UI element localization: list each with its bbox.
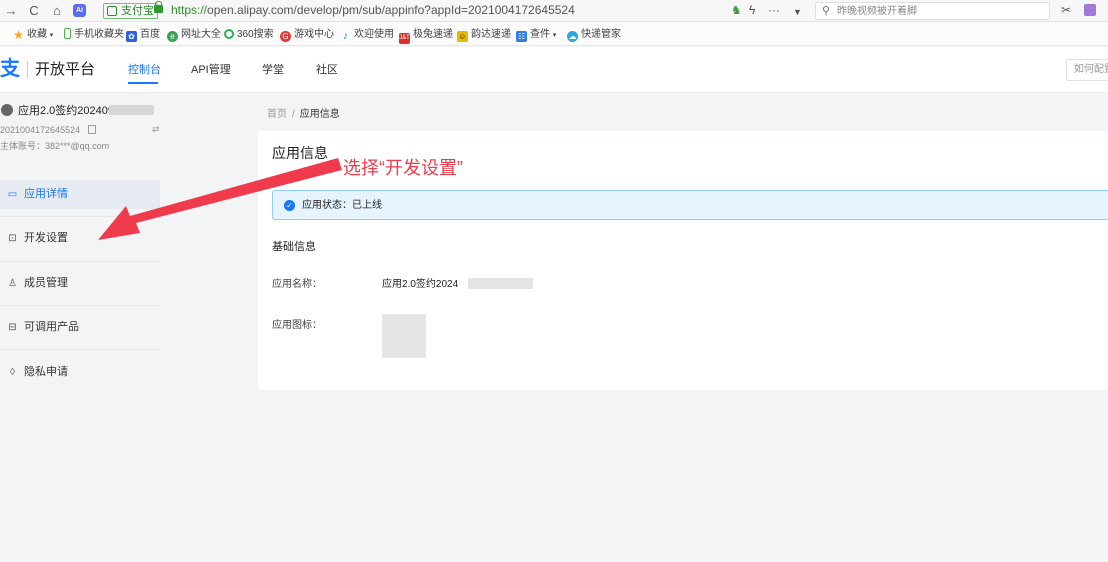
page-title: 应用信息 <box>272 145 328 161</box>
app-icon-image <box>382 314 426 358</box>
sidebar-item-dev-settings[interactable]: ⊡ 开发设置 <box>0 224 160 253</box>
sidebar-item-label: 成员管理 <box>24 277 68 289</box>
search-360-icon <box>224 29 234 39</box>
app-detail-icon: ▭ <box>7 189 18 200</box>
bookmark-item[interactable]: 手机收藏夹 <box>64 28 124 41</box>
site-identity-chip[interactable]: 支付宝 <box>103 3 158 19</box>
bookmark-item[interactable]: ★ 收藏 ▾ <box>13 28 53 42</box>
section-title: 基础信息 <box>272 241 316 253</box>
bookmark-item[interactable]: 360搜索 <box>224 28 274 41</box>
dev-settings-icon: ⊡ <box>8 233 17 244</box>
sidebar-item-label: 隐私申请 <box>24 366 68 378</box>
logo-divider <box>27 61 28 78</box>
sidebar-item-privacy[interactable]: ◊ 隐私申请 <box>0 358 160 387</box>
status-banner: ✓ 应用状态：已上线 <box>272 190 1108 220</box>
browser-search-input[interactable]: ⚲ 昨晚视频被开着脚 <box>815 2 1050 20</box>
sidebar: 应用2.0签约202409 2021004172645524 ⇄ 主体账号：38… <box>0 93 168 562</box>
sidebar-item-label: 应用详情 <box>24 188 68 200</box>
scissors-icon[interactable]: ✂ <box>1061 3 1071 18</box>
bookmark-item[interactable]: ✿ 百度 <box>126 28 160 42</box>
bookmarks-bar: ★ 收藏 ▾ 手机收藏夹 ✿ 百度 e 网址大全 360搜索 G 游戏中心 ♪ 欢迎使用 … <box>0 22 1108 46</box>
bookmark-item[interactable]: ☷ 查件 ▾ <box>516 28 556 42</box>
browser-address-bar: → C ⌂ Ai 支付宝 https://open.alipay.com/dev… <box>0 0 1108 22</box>
breadcrumb: 首页 / 应用信息 <box>267 108 340 121</box>
sidebar-item-label: 开发设置 <box>24 232 68 244</box>
sidebar-item-products[interactable]: ⊟ 可调用产品 <box>0 313 160 342</box>
extension-icon[interactable] <box>1084 4 1096 16</box>
bookmark-item[interactable]: J&T 极兔速递 <box>399 28 453 44</box>
app-status-text: 应用状态：已上线 <box>302 200 382 211</box>
reload-icon[interactable]: C <box>26 3 42 19</box>
ai-assistant-icon[interactable]: Ai <box>73 4 86 17</box>
jitu-icon: J&T <box>399 33 410 44</box>
help-search-input[interactable]: 如何配置 <box>1066 59 1108 81</box>
globe-icon: e <box>167 31 178 42</box>
express-icon: ☁ <box>567 31 578 42</box>
lightning-icon[interactable]: ϟ <box>749 3 755 18</box>
tab-community[interactable]: 社区 <box>316 63 338 77</box>
bolt-extension-icon[interactable]: ♞ <box>731 3 742 18</box>
yunda-icon: ☺ <box>457 31 468 42</box>
app-avatar <box>1 104 13 116</box>
account-info: 主体账号：382***@qq.com <box>0 141 110 151</box>
more-icon[interactable]: ··· <box>768 3 780 18</box>
sidebar-item-app-details[interactable]: ▭ 应用详情 <box>0 180 160 209</box>
bookmark-item[interactable]: e 网址大全 <box>167 28 221 42</box>
chevron-down-icon[interactable]: ▼ <box>793 5 802 20</box>
app-id: 2021004172645524 <box>0 125 81 135</box>
tab-academy[interactable]: 学堂 <box>262 63 284 77</box>
app-icon-label: 应用图标： <box>272 320 322 331</box>
platform-name[interactable]: 开放平台 <box>35 60 95 79</box>
tab-api-management[interactable]: API管理 <box>191 63 231 77</box>
breadcrumb-current: 应用信息 <box>299 109 340 120</box>
sidebar-item-label: 可调用产品 <box>24 321 79 333</box>
url-path: open.alipay.com/develop/pm/sub/appinfo?a… <box>207 3 575 17</box>
copy-icon[interactable] <box>88 125 96 134</box>
search-query-text: 昨晚视频被开着脚 <box>837 6 917 17</box>
check-circle-icon: ✓ <box>284 200 295 211</box>
url-field[interactable]: https://open.alipay.com/develop/pm/sub/a… <box>171 3 575 18</box>
welcome-icon: ♪ <box>342 30 349 42</box>
phone-icon <box>64 28 71 39</box>
bookmark-item[interactable]: ☁ 快递管家 <box>567 28 621 42</box>
query-icon: ☷ <box>516 31 527 42</box>
menu-divider <box>0 349 160 350</box>
bookmark-item[interactable]: G 游戏中心 <box>280 28 334 42</box>
breadcrumb-home[interactable]: 首页 <box>267 109 287 120</box>
forward-arrow-icon[interactable]: → <box>3 3 19 19</box>
star-icon: ★ <box>13 28 24 42</box>
bookmark-item[interactable]: ☺ 韵达速递 <box>457 28 511 42</box>
switch-app-icon[interactable]: ⇄ <box>152 124 160 135</box>
breadcrumb-separator: / <box>292 109 295 120</box>
products-icon: ⊟ <box>8 322 17 333</box>
site-verified-icon <box>107 6 117 16</box>
sidebar-item-members[interactable]: ♙ 成员管理 <box>0 269 160 298</box>
redacted-value-block <box>468 278 533 289</box>
redacted-name-block <box>109 105 154 115</box>
search-icon: ⚲ <box>822 5 831 17</box>
menu-divider <box>0 216 160 217</box>
active-tab-indicator <box>128 82 158 84</box>
privacy-shield-icon: ◊ <box>10 367 15 378</box>
paw-icon: ✿ <box>126 31 137 42</box>
app-name-value: 应用2.0签约2024 <box>382 279 459 290</box>
bookmark-item[interactable]: ♪ 欢迎使用 <box>340 28 394 42</box>
menu-divider <box>0 261 160 262</box>
platform-header: 支 开放平台 控制台 API管理 学堂 社区 如何配置 <box>0 47 1108 93</box>
app-name-label: 应用名称： <box>272 279 322 290</box>
lock-icon <box>154 1 163 13</box>
url-protocol: https:// <box>171 3 208 17</box>
menu-divider <box>0 305 160 306</box>
site-chip-label: 支付宝 <box>121 5 154 17</box>
app-name: 应用2.0签约202409 <box>18 105 114 117</box>
alipay-logo-icon[interactable]: 支 <box>0 58 20 80</box>
game-icon: G <box>280 31 291 42</box>
tab-console[interactable]: 控制台 <box>128 63 161 77</box>
home-icon[interactable]: ⌂ <box>49 3 65 19</box>
members-icon: ♙ <box>8 278 17 289</box>
annotation-text: 选择“开发设置” <box>343 158 463 178</box>
